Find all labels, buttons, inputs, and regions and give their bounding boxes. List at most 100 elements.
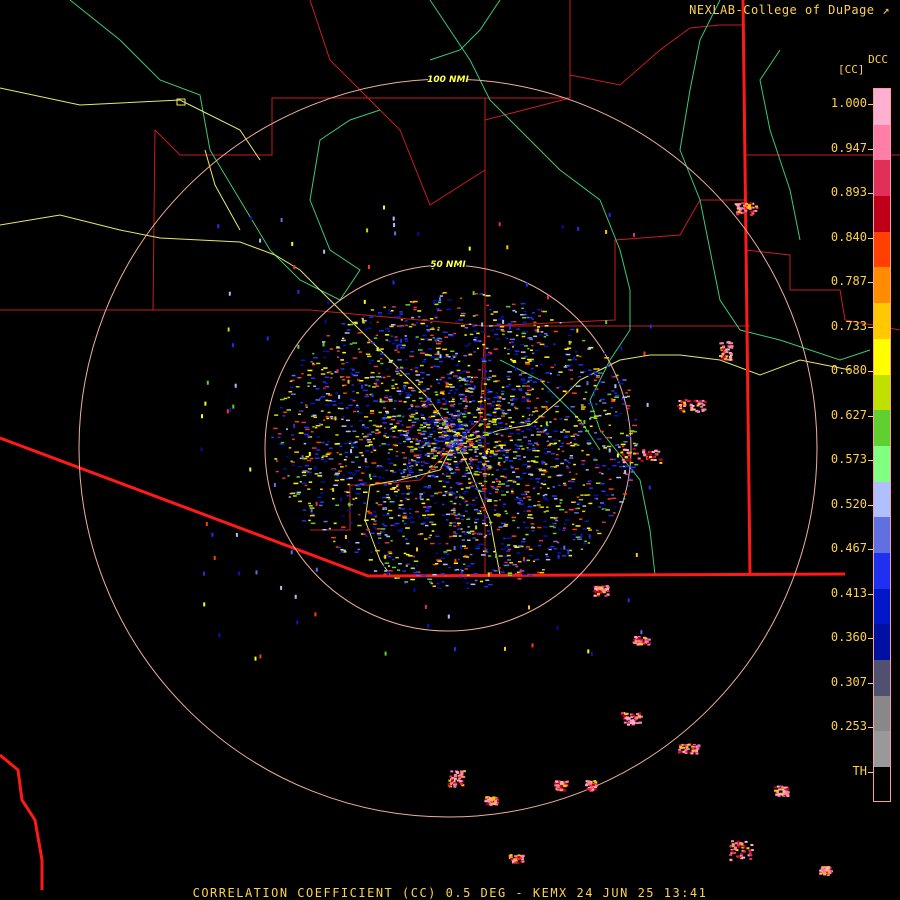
- echo-pixel: [429, 402, 433, 405]
- echo-pixel: [502, 333, 505, 336]
- echo-pixel: [435, 552, 439, 555]
- echo-pixel: [481, 484, 484, 487]
- echo-pixel: [290, 386, 294, 388]
- echo-pixel: [341, 425, 347, 427]
- echo-pixel: [417, 316, 421, 318]
- echo-pixel: [405, 436, 411, 439]
- echo-pixel: [587, 649, 590, 654]
- echo-pixel: [482, 464, 485, 467]
- echo-pixel: [381, 443, 386, 445]
- echo-pixel: [608, 514, 614, 517]
- legend-tick-label: 0.413: [830, 585, 867, 600]
- echo-pixel: [455, 364, 459, 367]
- echo-pixel: [414, 409, 418, 412]
- echo-pixel: [521, 448, 525, 450]
- echo-pixel: [444, 434, 449, 437]
- echo-pixel: [545, 334, 549, 337]
- echo-pixel: [305, 406, 308, 408]
- echo-pixel: [453, 785, 457, 788]
- echo-pixel: [437, 399, 441, 401]
- echo-pixel: [409, 428, 412, 431]
- echo-pixel: [424, 439, 428, 442]
- echo-pixel: [501, 398, 506, 400]
- echo-pixel: [542, 469, 547, 471]
- echo-pixel: [612, 464, 617, 467]
- echo-pixel: [487, 335, 491, 338]
- echo-pixel: [352, 430, 357, 432]
- echo-pixel: [510, 338, 515, 341]
- echo-pixel: [341, 550, 344, 553]
- echo-pixel: [457, 423, 461, 426]
- echo-pixel: [297, 289, 300, 294]
- echo-pixel: [507, 548, 512, 551]
- echo-pixel: [322, 342, 325, 347]
- echo-pixel: [475, 539, 479, 541]
- echo-pixel: [309, 457, 314, 460]
- echo-pixel: [642, 450, 646, 453]
- echo-pixel: [459, 503, 462, 505]
- echo-pixel: [501, 330, 506, 332]
- echo-pixel: [464, 490, 469, 493]
- echo-pixel: [597, 368, 600, 370]
- echo-pixel: [504, 510, 507, 512]
- echo-pixel: [444, 575, 447, 577]
- echo-pixel: [432, 585, 437, 587]
- echo-pixel: [377, 542, 380, 544]
- echo-pixel: [335, 472, 341, 475]
- echo-pixel: [514, 855, 518, 858]
- echo-pixel: [474, 450, 477, 452]
- color-scale-segment: [874, 338, 890, 375]
- echo-pixel: [508, 417, 512, 419]
- echo-pixel: [512, 563, 518, 566]
- echo-pixel: [544, 452, 548, 455]
- echo-pixel: [729, 355, 732, 358]
- echo-pixel: [534, 442, 539, 444]
- echo-pixel: [405, 396, 410, 399]
- echo-pixel: [550, 366, 555, 369]
- echo-pixel: [630, 719, 634, 722]
- echo-pixel: [461, 398, 466, 400]
- echo-pixel: [478, 482, 483, 485]
- echo-pixel: [386, 444, 391, 446]
- echo-pixel: [422, 444, 426, 447]
- echo-pixel: [505, 485, 510, 487]
- echo-pixel: [426, 418, 430, 421]
- echo-pixel: [320, 410, 324, 412]
- echo-pixel: [414, 337, 417, 340]
- echo-pixel: [433, 411, 437, 414]
- echo-pixel: [485, 796, 489, 799]
- echo-pixel: [392, 216, 395, 221]
- echo-pixel: [514, 350, 520, 352]
- echo-pixel: [449, 389, 453, 392]
- echo-pixel: [626, 435, 632, 438]
- echo-pixel: [534, 425, 537, 428]
- echo-pixel: [527, 443, 533, 445]
- echo-pixel: [505, 385, 509, 388]
- echo-pixel: [487, 414, 492, 416]
- echo-pixel: [443, 418, 447, 421]
- external-link-icon[interactable]: ↗: [882, 3, 890, 17]
- echo-pixel: [566, 353, 571, 356]
- echo-pixel: [399, 374, 403, 377]
- echo-pixel: [496, 469, 499, 471]
- echo-pixel: [356, 410, 359, 413]
- echo-pixel: [479, 453, 482, 455]
- echo-pixel: [470, 395, 475, 397]
- echo-pixel: [448, 383, 453, 386]
- echo-pixel: [403, 522, 407, 525]
- echo-pixel: [691, 749, 695, 752]
- echo-pixel: [499, 409, 504, 411]
- echo-pixel: [475, 525, 478, 530]
- echo-pixel: [454, 514, 458, 517]
- echo-pixel: [594, 587, 598, 590]
- echo-pixel: [603, 352, 606, 355]
- echo-pixel: [534, 407, 538, 409]
- echo-pixel: [450, 350, 455, 352]
- echo-pixel: [525, 397, 530, 400]
- echo-pixel: [476, 332, 480, 335]
- echo-pixel: [451, 779, 454, 782]
- echo-pixel: [423, 431, 428, 434]
- echo-pixel: [567, 461, 571, 464]
- echo-pixel: [375, 375, 380, 378]
- echo-pixel: [429, 432, 432, 435]
